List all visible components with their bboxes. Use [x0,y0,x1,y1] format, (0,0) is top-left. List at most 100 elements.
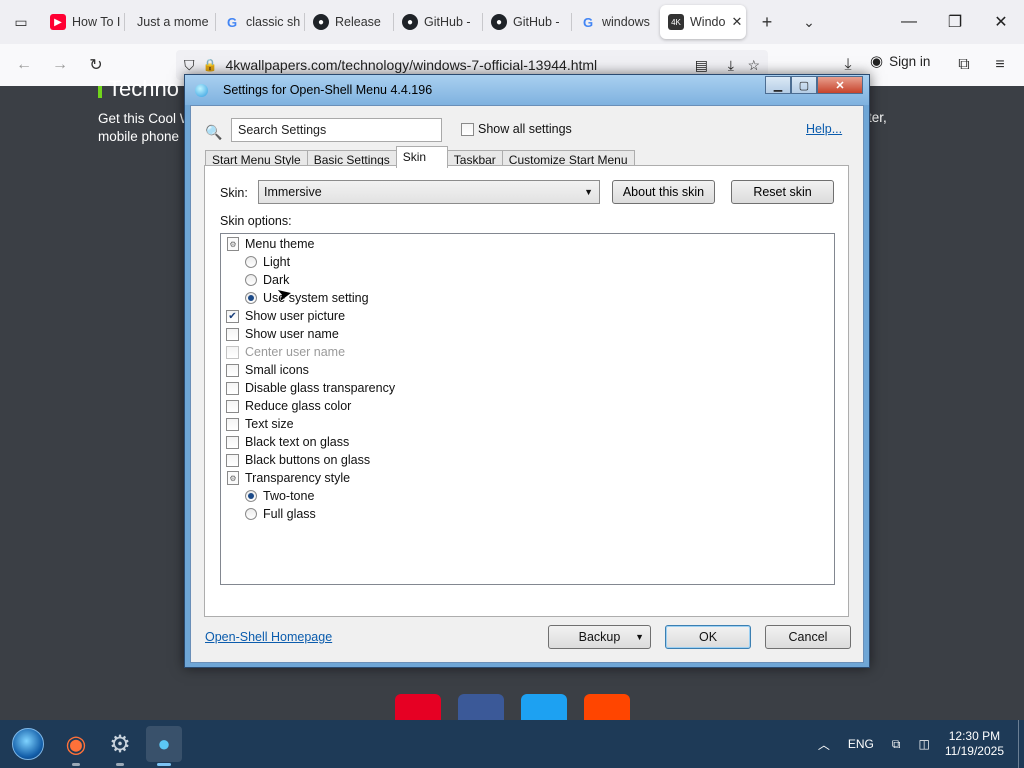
reset-skin-button[interactable]: Reset skin [731,180,834,204]
browser-tab[interactable]: ● Release [305,5,393,39]
option-two-tone[interactable]: Two-tone [245,487,314,505]
cancel-button[interactable]: Cancel [765,625,851,649]
checkbox-unchecked[interactable] [226,453,239,467]
close-window-icon[interactable]: ✕ [978,0,1024,44]
tab-skin[interactable]: Skin [395,146,448,168]
account-icon: ◉ [870,53,884,70]
minimize-icon[interactable]: ▁ [765,76,791,94]
browser-tab[interactable]: ● GitHub - [483,5,571,39]
transparency-style-group[interactable]: ⚙ Transparency style [227,469,350,487]
tracking-shield-icon[interactable]: ⛉ [184,57,195,74]
search-input[interactable]: Search Settings [231,118,442,142]
google-icon: G [226,14,238,30]
close-tab-icon[interactable]: ✕ [731,14,742,30]
about-skin-button[interactable]: About this skin [612,180,715,204]
radio-button[interactable] [245,508,257,520]
option-full-glass[interactable]: Full glass [245,505,316,523]
open-shell-icon: ● [157,731,171,756]
checkbox-unchecked[interactable] [226,435,239,449]
close-icon[interactable]: ✕ [817,76,863,94]
open-shell-icon [195,84,208,97]
browser-tab[interactable]: G windows [572,5,656,39]
option-use-system-setting[interactable]: Use system setting [245,289,369,307]
reddit-icon[interactable] [584,694,630,720]
option-label: Two-tone [263,489,315,503]
option-show-user-name[interactable]: Show user name [226,325,339,343]
radio-button-selected[interactable] [245,292,257,304]
menu-icon[interactable]: ≡ [982,47,1018,83]
network-volume-icon[interactable]: ◫ [909,737,938,751]
new-tab-icon[interactable]: + [746,0,788,44]
taskbar-firefox[interactable]: ◉ [58,726,94,766]
maximize-icon[interactable]: ▢ [791,76,817,94]
display-icon[interactable]: ⧉ [883,737,910,752]
list-tabs-chevron-icon[interactable]: ⌄ [788,0,830,44]
option-center-user-name: Center user name [226,343,345,361]
browser-tab[interactable]: ● GitHub - [394,5,482,39]
checkbox-unchecked[interactable] [226,363,239,377]
radio-button[interactable] [245,274,257,286]
maximize-icon[interactable]: ❐ [932,0,978,44]
skin-options-tree: ⚙ Menu theme Light Dark Use system setti… [220,233,835,585]
minimize-icon[interactable]: — [886,0,932,44]
search-icon: 🔍 [205,124,223,140]
tab-label: Windo [690,15,726,29]
radio-button-selected[interactable] [245,490,257,502]
bookmark-star-icon[interactable]: ☆ [747,57,760,74]
radio-button[interactable] [245,256,257,268]
option-text-size[interactable]: Text size [226,415,294,433]
back-icon[interactable]: ← [6,47,42,83]
option-small-icons[interactable]: Small icons [226,361,309,379]
checkbox-unchecked[interactable] [461,122,474,136]
extensions-icon[interactable]: ⧉ [946,47,982,83]
browser-tab[interactable]: Just a mome [125,5,215,39]
checkbox-unchecked[interactable] [226,417,239,431]
settings-dialog: Settings for Open-Shell Menu 4.4.196 ▁ ▢… [184,74,870,668]
browser-tab[interactable]: G classic sh [216,5,304,39]
checkbox-unchecked[interactable] [226,327,239,341]
save-page-icon[interactable]: ⤓ [728,57,734,74]
tab-overview-icon[interactable]: ▭ [0,0,42,44]
option-black-text-on-glass[interactable]: Black text on glass [226,433,349,451]
sign-in-button[interactable]: ◉ Sign in [870,52,930,70]
facebook-icon[interactable] [458,694,504,720]
checkbox-unchecked[interactable] [226,399,239,413]
help-link[interactable]: Help... [806,122,842,136]
url-text[interactable]: 4kwallpapers.com/technology/windows-7-of… [225,57,597,73]
skin-dropdown[interactable]: Immersive ▼ [258,180,600,204]
option-show-user-picture[interactable]: ✔ Show user picture [226,307,345,325]
option-black-buttons-on-glass[interactable]: Black buttons on glass [226,451,370,469]
start-button[interactable] [10,726,46,762]
show-desktop-button[interactable] [1018,720,1024,768]
dialog-title: Settings for Open-Shell Menu 4.4.196 [223,83,433,97]
ok-button[interactable]: OK [665,625,751,649]
show-hidden-icons-chevron-icon[interactable]: ︿ [809,736,839,753]
option-light[interactable]: Light [245,253,290,271]
dialog-title-bar[interactable]: Settings for Open-Shell Menu 4.4.196 ▁ ▢… [185,75,869,105]
option-label: Small icons [245,363,309,377]
pinterest-icon[interactable] [395,694,441,720]
checkbox-unchecked[interactable] [226,381,239,395]
option-reduce-glass-color[interactable]: Reduce glass color [226,397,351,415]
clock[interactable]: 12:30 PM 11/19/2025 [939,729,1018,759]
lock-icon[interactable]: 🔒 [203,58,218,72]
open-shell-homepage-link[interactable]: Open-Shell Homepage [205,630,332,644]
option-label: Light [263,255,291,269]
reader-view-icon[interactable]: ▤ [695,57,708,74]
show-all-settings-checkbox[interactable]: Show all settings [461,122,572,136]
browser-tab-active[interactable]: 4K Windo ✕ [660,5,746,39]
browser-tab[interactable]: ▶ How To I [42,5,124,39]
twitter-icon[interactable] [521,694,567,720]
taskbar-open-shell[interactable]: ● [146,726,182,766]
menu-theme-group[interactable]: ⚙ Menu theme [227,235,314,253]
forward-icon[interactable]: → [42,47,78,83]
backup-button[interactable]: Backup ▼ [548,625,651,649]
taskbar-settings[interactable]: ⚙ [102,726,138,766]
browser-tab-bar: ▭ ▶ How To I Just a mome G classic sh ● … [0,0,1024,44]
github-icon: ● [491,14,507,30]
checkbox-checked[interactable]: ✔ [226,309,239,323]
checkbox-disabled [226,345,239,359]
option-disable-glass-transparency[interactable]: Disable glass transparency [226,379,395,397]
option-label: Transparency style [245,471,351,485]
language-indicator[interactable]: ENG [839,737,883,751]
